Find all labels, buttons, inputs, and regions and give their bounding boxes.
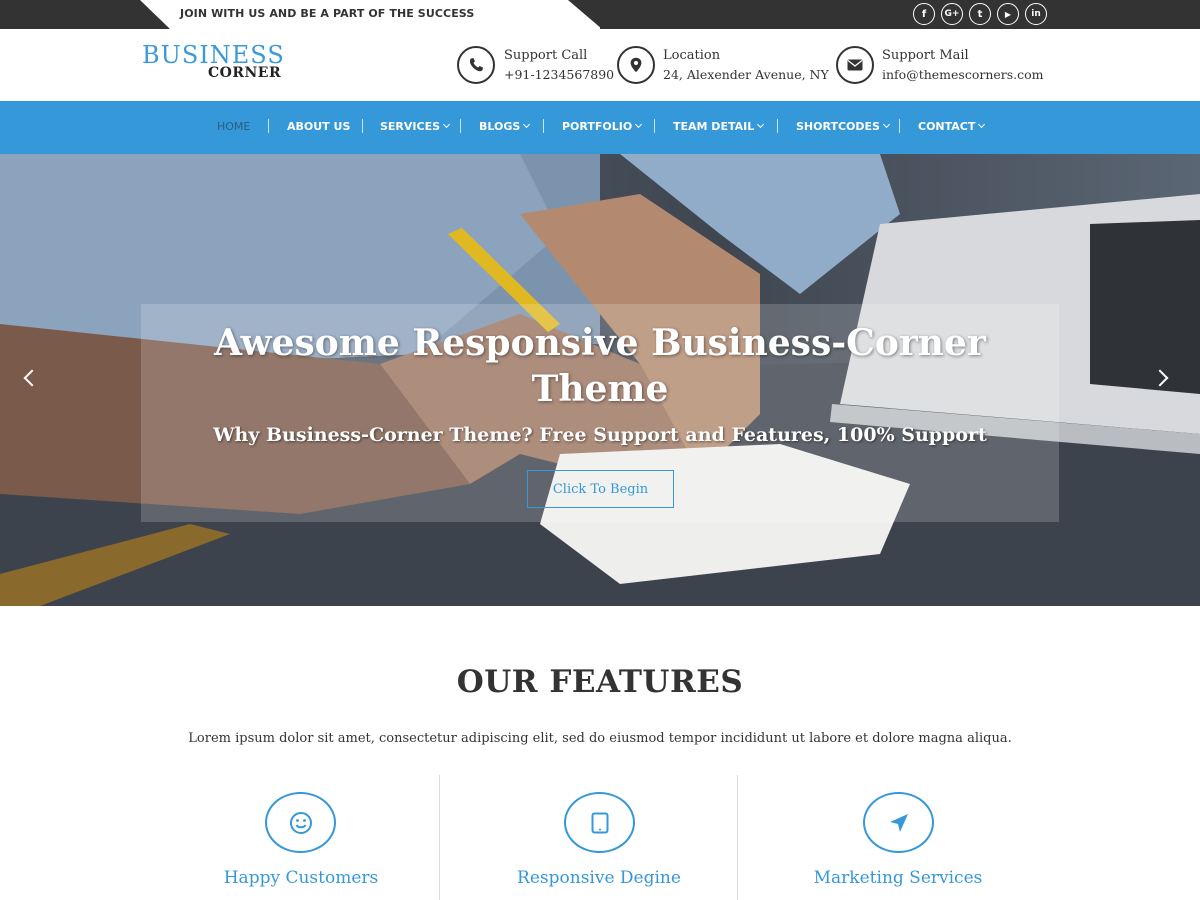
nav-contact-label: CONTACT	[918, 120, 976, 133]
chevron-down-icon	[523, 120, 531, 129]
nav-team-detail[interactable]: TEAM DETAIL	[673, 119, 765, 135]
nav-services-label: SERVICES	[380, 120, 441, 133]
nav-separator	[543, 119, 544, 133]
feature-title-marketing-services: Marketing Services	[813, 868, 983, 888]
support-mail-label: Support Mail	[882, 48, 969, 63]
nav-portfolio-label: PORTFOLIO	[562, 120, 633, 133]
chevron-down-icon	[757, 120, 765, 129]
feature-title-happy-customers: Happy Customers	[223, 868, 379, 888]
location-pin-icon	[617, 46, 655, 84]
facebook-icon[interactable]: f	[913, 3, 935, 25]
envelope-icon	[836, 46, 874, 84]
nav-shortcodes[interactable]: SHORTCODES	[796, 119, 890, 135]
features-description: Lorem ipsum dolor sit amet, consectetur …	[188, 731, 1012, 746]
chevron-down-icon	[442, 120, 451, 129]
nav-about-us-label: ABOUT US	[287, 120, 351, 133]
tagline: JOIN WITH US AND BE A PART OF THE SUCCES…	[180, 7, 475, 20]
hero-subtitle: Why Business-Corner Theme? Free Support …	[213, 424, 987, 446]
nav-separator	[899, 119, 900, 133]
nav-shortcodes-label: SHORTCODES	[796, 120, 880, 133]
hero-slider: Awesome Responsive Business-Corner Theme…	[0, 154, 1200, 606]
hero-title-line1: Awesome Responsive Business-Corner	[214, 322, 986, 364]
chevron-down-icon	[635, 120, 643, 129]
nav-blogs-label: BLOGS	[479, 120, 521, 133]
phone-icon	[457, 46, 495, 84]
nav-home-label: HOME	[217, 120, 251, 133]
main-nav: HOME ABOUT US SERVICES BLOGS PORTFOLIO T…	[0, 101, 1200, 154]
nav-home[interactable]: HOME	[217, 119, 250, 135]
nav-about-us[interactable]: ABOUT US	[287, 119, 350, 135]
location-value: 24, Alexender Avenue, NY	[663, 67, 829, 82]
twitter-icon[interactable]: t	[969, 3, 991, 25]
nav-separator	[362, 119, 363, 133]
click-to-begin-button[interactable]: Click To Begin	[527, 470, 674, 508]
site-header: BUSINESS CORNER Support Call +91-1234567…	[0, 29, 1200, 101]
hero-title: Awesome Responsive Business-Corner Theme	[141, 320, 1059, 412]
nav-separator	[268, 119, 269, 133]
youtube-icon[interactable]: ▶	[997, 3, 1019, 25]
chevron-down-icon	[978, 120, 986, 129]
support-mail-value[interactable]: info@themescorners.com	[882, 66, 1044, 84]
top-bar: JOIN WITH US AND BE A PART OF THE SUCCES…	[0, 0, 1200, 29]
nav-services[interactable]: SERVICES	[380, 119, 451, 135]
features-title: OUR FEATURES	[456, 664, 744, 700]
nav-team-detail-label: TEAM DETAIL	[673, 120, 755, 133]
tablet-icon	[564, 792, 635, 853]
smiley-icon	[265, 792, 336, 853]
logo-corner: CORNER	[208, 65, 282, 81]
nav-portfolio[interactable]: PORTFOLIO	[562, 119, 643, 135]
hero-title-line2: Theme	[531, 368, 669, 410]
location-label: Location	[663, 48, 721, 63]
nav-contact[interactable]: CONTACT	[918, 119, 986, 135]
google-plus-icon[interactable]: G+	[941, 3, 963, 25]
nav-separator	[460, 119, 461, 133]
support-call-label: Support Call	[504, 48, 588, 63]
nav-blogs[interactable]: BLOGS	[479, 119, 531, 135]
support-call-value: +91-1234567890	[504, 67, 615, 82]
feature-title-responsive-degine: Responsive Degine	[517, 868, 681, 888]
location-arrow-icon	[863, 792, 934, 853]
nav-separator	[654, 119, 655, 133]
linkedin-icon[interactable]: in	[1025, 3, 1047, 25]
nav-separator	[777, 119, 778, 133]
chevron-down-icon	[882, 120, 890, 129]
